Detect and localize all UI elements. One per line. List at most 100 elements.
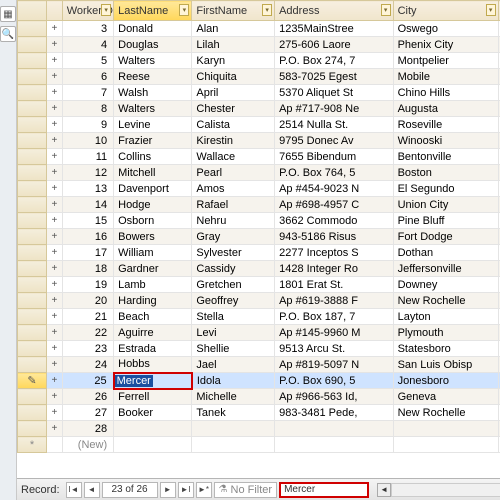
expand-icon[interactable]: +	[47, 357, 63, 373]
cell-firstname[interactable]	[192, 421, 275, 437]
cell-firstname[interactable]: Calista	[192, 117, 275, 133]
expand-icon[interactable]: +	[47, 53, 63, 69]
cell-city[interactable]: Geneva	[393, 389, 498, 405]
cell-city[interactable]: Winooski	[393, 133, 498, 149]
cell-firstname[interactable]: Wallace	[192, 149, 275, 165]
cell-lastname[interactable]: Walters	[114, 53, 192, 69]
expand-icon[interactable]: +	[47, 165, 63, 181]
row-selector[interactable]	[18, 357, 47, 373]
table-row[interactable]: +3DonaldAlan1235MainStreeOswegoNY	[18, 21, 500, 37]
nav-prev-button[interactable]: ◄	[84, 482, 100, 498]
cell-address[interactable]: Ap #145-9960 M	[275, 325, 394, 341]
cell-workerid[interactable]: 19	[62, 277, 113, 293]
cell-address[interactable]: Ap #454-9023 N	[275, 181, 394, 197]
row-selector[interactable]	[18, 245, 47, 261]
cell-city[interactable]: Boston	[393, 165, 498, 181]
expand-icon[interactable]: +	[47, 213, 63, 229]
cell-city[interactable]	[393, 421, 498, 437]
filter-indicator[interactable]: ⚗No Filter	[214, 482, 278, 498]
table-row[interactable]: +9LevineCalista2514 Nulla St.RosevilleIA	[18, 117, 500, 133]
expand-icon[interactable]: +	[47, 37, 63, 53]
cell-address[interactable]: Ap #966-563 Id,	[275, 389, 394, 405]
cell-workerid[interactable]: 22	[62, 325, 113, 341]
cell-address[interactable]: Ap #819-5097 N	[275, 357, 394, 373]
col-firstname[interactable]: FirstName▾	[192, 1, 275, 21]
cell-firstname[interactable]: April	[192, 85, 275, 101]
row-selector[interactable]	[18, 309, 47, 325]
chevron-down-icon[interactable]: ▾	[101, 4, 111, 16]
search-icon[interactable]: 🔍	[0, 26, 16, 42]
table-row[interactable]: +10FrazierKirestin9795 Donec AvWinooskiM…	[18, 133, 500, 149]
cell-city[interactable]: Dothan	[393, 245, 498, 261]
cell-workerid[interactable]: 6	[62, 69, 113, 85]
cell-firstname[interactable]: Kirestin	[192, 133, 275, 149]
nav-new-button[interactable]: ►*	[196, 482, 212, 498]
cell-address[interactable]: 9795 Donec Av	[275, 133, 394, 149]
cell-firstname[interactable]: Idola	[192, 373, 275, 389]
row-selector[interactable]	[18, 293, 47, 309]
cell-lastname[interactable]: Osborn	[114, 213, 192, 229]
cell-workerid[interactable]: 5	[62, 53, 113, 69]
chevron-down-icon[interactable]: ▾	[381, 4, 391, 16]
cell-workerid[interactable]: 13	[62, 181, 113, 197]
table-row[interactable]: +7WalshApril5370 Aliquet StChino HillsAZ	[18, 85, 500, 101]
expand-icon[interactable]: +	[47, 229, 63, 245]
record-position[interactable]: 23 of 26	[102, 482, 158, 498]
cell-workerid[interactable]: 18	[62, 261, 113, 277]
row-selector[interactable]	[18, 389, 47, 405]
cell-workerid[interactable]: (New)	[62, 437, 113, 453]
cell-lastname[interactable]: Levine	[114, 117, 192, 133]
cell-city[interactable]: New Rochelle	[393, 405, 498, 421]
cell-workerid[interactable]: 27	[62, 405, 113, 421]
table-row[interactable]: +11CollinsWallace7655 BibendumBentonvill…	[18, 149, 500, 165]
row-selector[interactable]	[18, 53, 47, 69]
cell-lastname[interactable]: Collins	[114, 149, 192, 165]
cell-lastname[interactable]: Walsh	[114, 85, 192, 101]
col-city[interactable]: City▾	[393, 1, 498, 21]
row-selector[interactable]	[18, 261, 47, 277]
chevron-down-icon[interactable]: ▾	[486, 4, 496, 16]
table-row[interactable]: +14HodgeRafaelAp #698-4957 CUnion CityCO	[18, 197, 500, 213]
expand-icon[interactable]: +	[47, 181, 63, 197]
table-row[interactable]: +22AguirreLeviAp #145-9960 MPlymouthND	[18, 325, 500, 341]
cell-lastname[interactable]: Douglas	[114, 37, 192, 53]
search-input[interactable]: Mercer	[279, 482, 369, 498]
col-address[interactable]: Address▾	[275, 1, 394, 21]
cell-city[interactable]: Augusta	[393, 101, 498, 117]
cell-workerid[interactable]: 28	[62, 421, 113, 437]
row-selector[interactable]	[18, 229, 47, 245]
table-row[interactable]: +21BeachStellaP.O. Box 187, 7LaytonTN	[18, 309, 500, 325]
table-row[interactable]: +16BowersGray943-5186 RisusFort DodgeIN	[18, 229, 500, 245]
cell-city[interactable]: Oswego	[393, 21, 498, 37]
cell-lastname[interactable]: Davenport	[114, 181, 192, 197]
expand-icon[interactable]: +	[47, 309, 63, 325]
cell-lastname[interactable]: Frazier	[114, 133, 192, 149]
cell-firstname[interactable]: Jael	[192, 357, 275, 373]
nav-first-button[interactable]: I◄	[66, 482, 82, 498]
table-row[interactable]: +24HobbsJaelAp #819-5097 NSan Luis Obisp…	[18, 357, 500, 373]
cell-workerid[interactable]: 26	[62, 389, 113, 405]
table-row[interactable]: +5WaltersKarynP.O. Box 274, 7MontpelierN…	[18, 53, 500, 69]
cell-workerid[interactable]: 10	[62, 133, 113, 149]
cell-city[interactable]: New Rochelle	[393, 293, 498, 309]
cell-lastname[interactable]: Booker	[114, 405, 192, 421]
table-row[interactable]: +17WilliamSylvester2277 Inceptos SDothan…	[18, 245, 500, 261]
cell-address[interactable]: 943-5186 Risus	[275, 229, 394, 245]
cell-firstname[interactable]: Gretchen	[192, 277, 275, 293]
cell-address[interactable]: P.O. Box 274, 7	[275, 53, 394, 69]
cell-lastname[interactable]: Reese	[114, 69, 192, 85]
chevron-down-icon[interactable]: ▾	[179, 4, 189, 16]
cell-workerid[interactable]: 21	[62, 309, 113, 325]
expand-icon[interactable]: +	[47, 69, 63, 85]
cell-firstname[interactable]: Lilah	[192, 37, 275, 53]
cell-lastname[interactable]: Hodge	[114, 197, 192, 213]
row-selector[interactable]	[18, 213, 47, 229]
cell-address[interactable]: P.O. Box 690, 5	[275, 373, 394, 389]
row-selector[interactable]	[18, 37, 47, 53]
row-selector[interactable]	[18, 405, 47, 421]
table-row[interactable]: +23EstradaShellie9513 Arcu St.Statesboro…	[18, 341, 500, 357]
cell-address[interactable]: P.O. Box 187, 7	[275, 309, 394, 325]
cell-firstname[interactable]: Alan	[192, 21, 275, 37]
cell-address[interactable]: 2277 Inceptos S	[275, 245, 394, 261]
cell-workerid[interactable]: 8	[62, 101, 113, 117]
